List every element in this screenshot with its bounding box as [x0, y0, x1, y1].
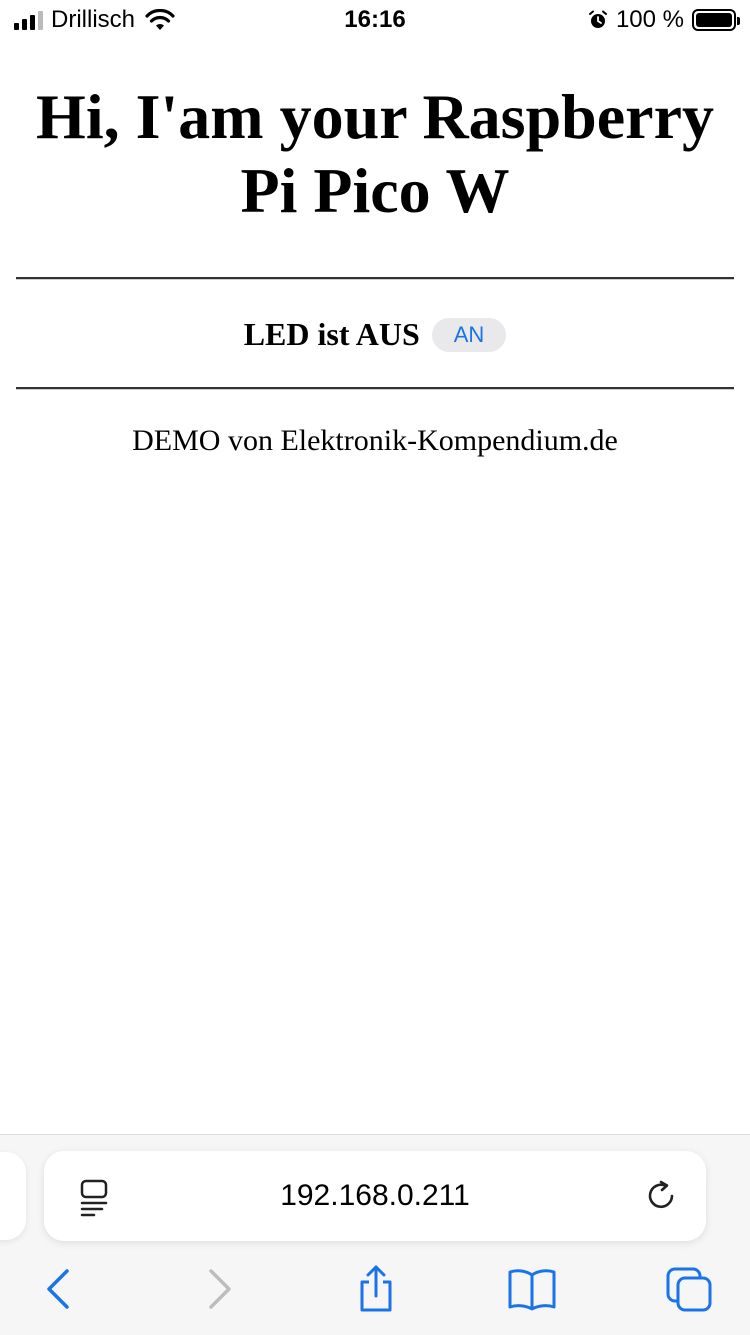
page-title: Hi, I'am your Raspberry Pi Pico W	[36, 81, 714, 226]
share-icon	[360, 1265, 392, 1312]
divider-bottom	[16, 387, 734, 390]
browser-bottom-bar: 192.168.0.211	[0, 1134, 750, 1335]
bookmarks-button[interactable]	[504, 1261, 560, 1317]
battery-icon	[692, 9, 740, 31]
address-bar[interactable]: 192.168.0.211	[44, 1151, 706, 1241]
led-status-label: LED ist AUS	[243, 316, 420, 352]
led-row: LED ist AUS AN	[0, 316, 750, 353]
divider-top	[16, 277, 734, 280]
tabs-button[interactable]	[662, 1261, 718, 1317]
tabs-icon	[666, 1267, 712, 1312]
browser-toolbar	[0, 1261, 750, 1321]
led-on-button[interactable]: AN	[431, 317, 507, 352]
forward-button[interactable]	[192, 1261, 248, 1317]
bookmarks-icon	[508, 1269, 556, 1311]
battery-percentage: 100 %	[615, 6, 684, 33]
footer-text: DEMO von Elektronik-Kompendium.de	[132, 424, 618, 457]
status-right: 100 %	[588, 6, 740, 34]
back-icon	[47, 1269, 69, 1309]
url-text[interactable]: 192.168.0.211	[44, 1151, 706, 1241]
status-bar: Drillisch 16:16 100 %	[0, 0, 750, 40]
previous-tab-preview[interactable]	[0, 1152, 26, 1240]
share-button[interactable]	[348, 1261, 404, 1317]
back-button[interactable]	[30, 1261, 86, 1317]
forward-icon	[209, 1269, 231, 1309]
reload-icon[interactable]	[644, 1179, 678, 1213]
page-content: Hi, I'am your Raspberry Pi Pico W	[0, 80, 750, 228]
alarm-icon	[588, 10, 607, 28]
